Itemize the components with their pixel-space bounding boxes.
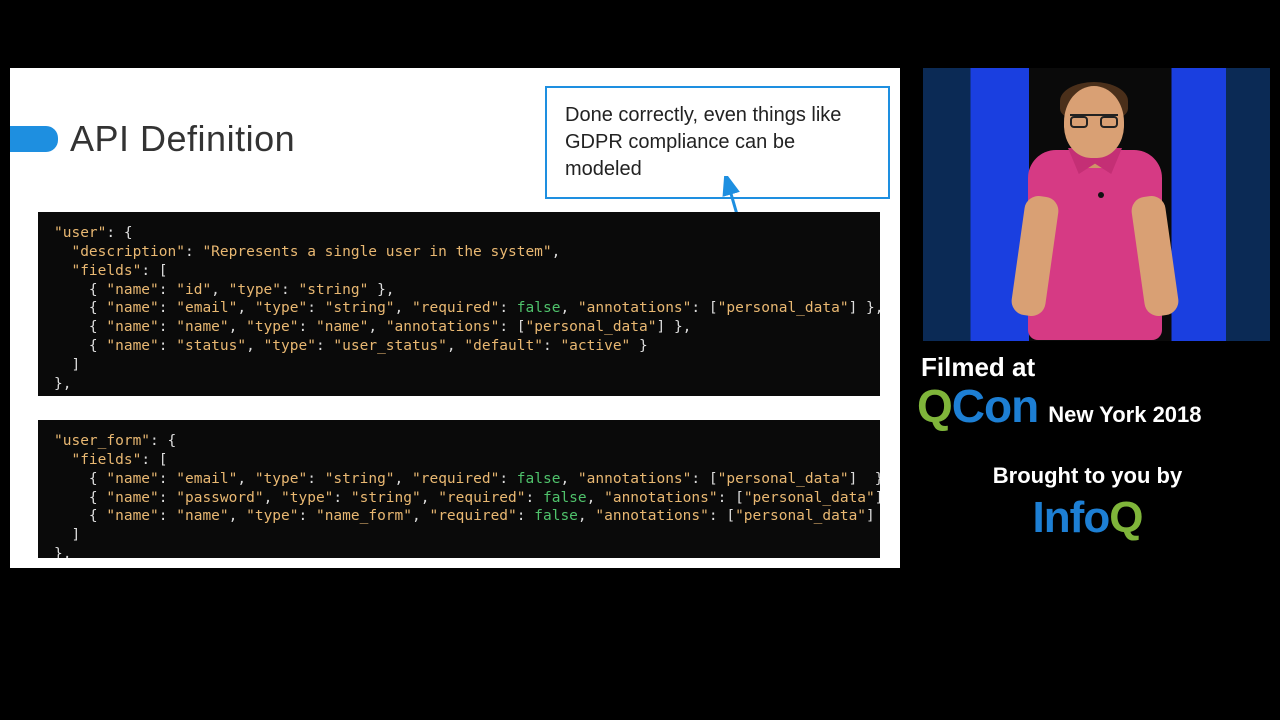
video-frame: API Definition Done correctly, even thin…: [0, 0, 1280, 720]
code-block-user-form: "user_form": { "fields": [ { "name": "em…: [38, 420, 880, 558]
qcon-logo: QCon: [917, 379, 1038, 433]
callout-box: Done correctly, even things like GDPR co…: [545, 86, 890, 199]
title-accent-bar: [10, 126, 58, 152]
brought-by-label: Brought to you by: [905, 463, 1270, 489]
qcon-location: New York 2018: [1048, 402, 1201, 428]
speaker-figure: [1020, 86, 1170, 341]
qcon-row: QCon New York 2018: [917, 379, 1270, 433]
code-block-user: "user": { "description": "Represents a s…: [38, 212, 880, 396]
presentation-slide: API Definition Done correctly, even thin…: [10, 68, 900, 568]
slide-title: API Definition: [70, 118, 295, 160]
branding-block: Filmed at QCon New York 2018 Brought to …: [905, 352, 1270, 543]
speaker-video: [905, 68, 1270, 341]
infoq-logo: InfoQ: [905, 493, 1270, 543]
